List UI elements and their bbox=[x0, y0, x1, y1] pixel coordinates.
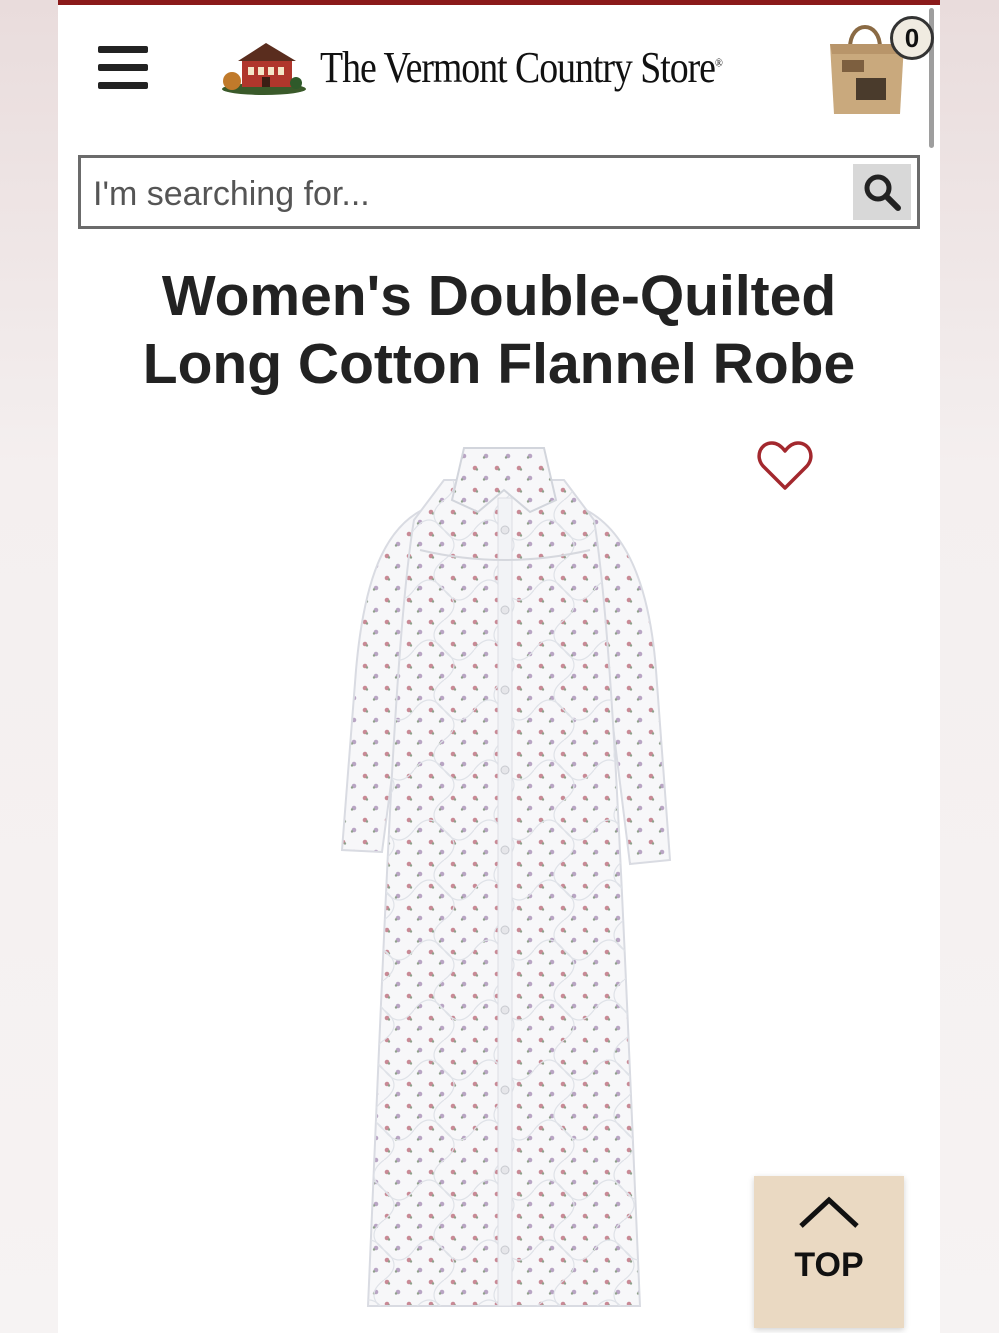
store-name: The Vermont Country Store® bbox=[320, 42, 723, 92]
search-input[interactable] bbox=[91, 168, 835, 220]
product-title-line2: Long Cotton Flannel Robe bbox=[142, 332, 856, 396]
chevron-up-icon bbox=[799, 1196, 859, 1228]
search-bar bbox=[78, 155, 920, 229]
accent-bar bbox=[58, 0, 940, 5]
product-title-line1: Women's Double-Quilted bbox=[161, 264, 837, 328]
store-logo[interactable]: The Vermont Country Store® bbox=[220, 34, 787, 100]
product-title: Women's Double-Quilted Long Cotton Flann… bbox=[58, 262, 940, 398]
store-house-icon bbox=[222, 43, 306, 95]
search-icon bbox=[864, 174, 901, 211]
page: The Vermont Country Store® 0 Women's Dou… bbox=[58, 0, 940, 1333]
back-to-top-label: TOP bbox=[794, 1246, 864, 1284]
back-to-top-button[interactable]: TOP bbox=[754, 1176, 904, 1328]
search-button[interactable] bbox=[853, 164, 911, 220]
heart-icon[interactable] bbox=[756, 438, 814, 492]
cart-count-badge: 0 bbox=[890, 16, 934, 60]
product-image bbox=[340, 447, 672, 1307]
hamburger-icon[interactable] bbox=[98, 46, 148, 90]
